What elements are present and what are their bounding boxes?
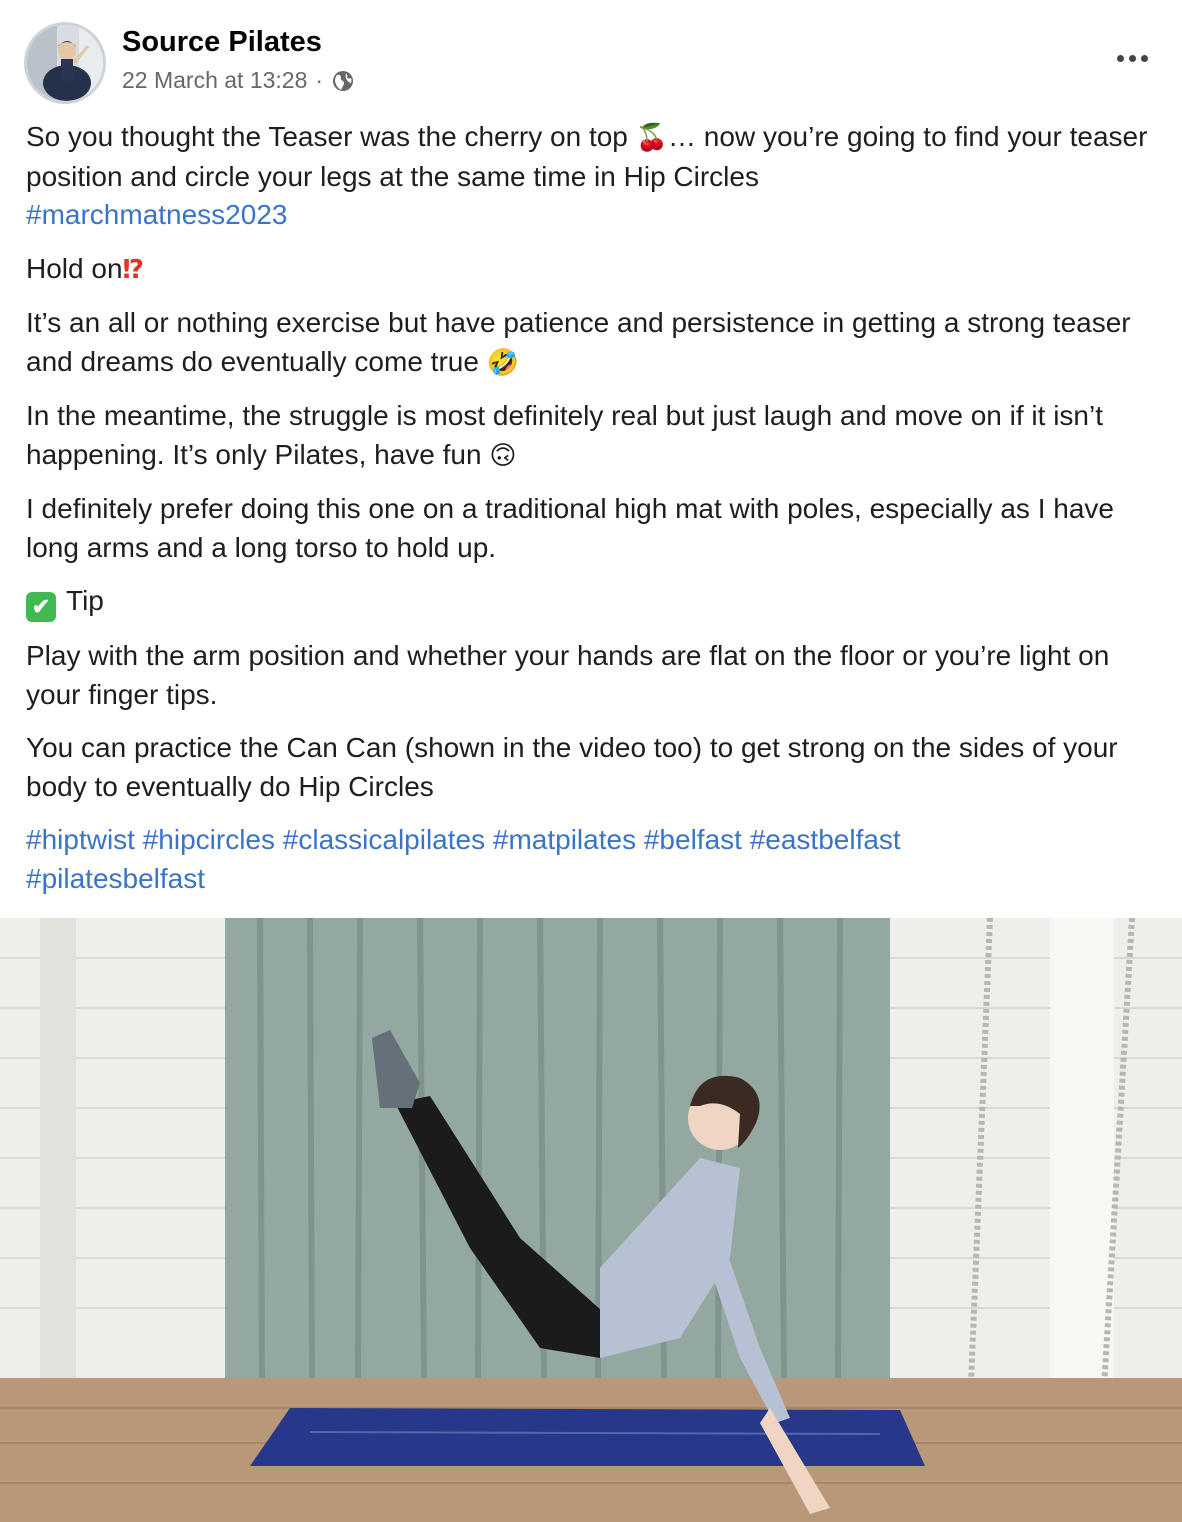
post-meta: 22 March at 13:28 · xyxy=(122,67,355,94)
hashtag-list: #hiptwist #hipcircles #classicalpilates … xyxy=(26,821,1166,898)
hashtag-link[interactable]: #matpilates xyxy=(493,824,636,855)
check-mark-emoji-icon: ✔ xyxy=(26,592,56,622)
meta-separator: · xyxy=(315,67,324,93)
paragraph-8: You can practice the Can Can (shown in t… xyxy=(26,732,1118,802)
post-text: So you thought the Teaser was the cherry… xyxy=(26,118,1166,913)
paragraph-2: Hold on⁉ xyxy=(26,252,145,285)
globe-icon[interactable] xyxy=(331,69,355,93)
interrobang-emoji-icon: ⁉ xyxy=(122,254,145,285)
hashtag-link[interactable]: #marchmatness2023 xyxy=(26,199,287,230)
paragraph-1: So you thought the Teaser was the cherry… xyxy=(26,121,1148,230)
paragraph-6: ✔ Tip xyxy=(26,582,1166,622)
more-options-icon[interactable] xyxy=(1110,46,1154,70)
hashtag-link[interactable]: #eastbelfast xyxy=(750,824,901,855)
page-avatar[interactable] xyxy=(24,22,106,104)
hashtag-link[interactable]: #belfast xyxy=(644,824,742,855)
paragraph-4: In the meantime, the struggle is most de… xyxy=(26,400,1104,471)
cherry-emoji-icon: 🍒 xyxy=(635,123,669,153)
hashtag-link[interactable]: #hiptwist xyxy=(26,824,135,855)
hashtag-link[interactable]: #pilatesbelfast xyxy=(26,863,205,894)
post-header: Source Pilates 22 March at 13:28 · xyxy=(24,22,1158,104)
paragraph-3: It’s an all or nothing exercise but have… xyxy=(26,307,1131,378)
page-name[interactable]: Source Pilates xyxy=(122,26,322,59)
paragraph-5: I definitely prefer doing this one on a … xyxy=(26,493,1114,563)
hashtag-link[interactable]: #hipcircles xyxy=(143,824,275,855)
rofl-emoji-icon: 🤣 xyxy=(486,347,520,378)
post-video[interactable] xyxy=(0,918,1182,1522)
post-timestamp[interactable]: 22 March at 13:28 xyxy=(122,67,307,94)
paragraph-7: Play with the arm position and whether y… xyxy=(26,640,1110,710)
upside-down-face-emoji-icon: 🙃 xyxy=(489,440,517,471)
hashtag-link[interactable]: #classicalpilates xyxy=(283,824,485,855)
